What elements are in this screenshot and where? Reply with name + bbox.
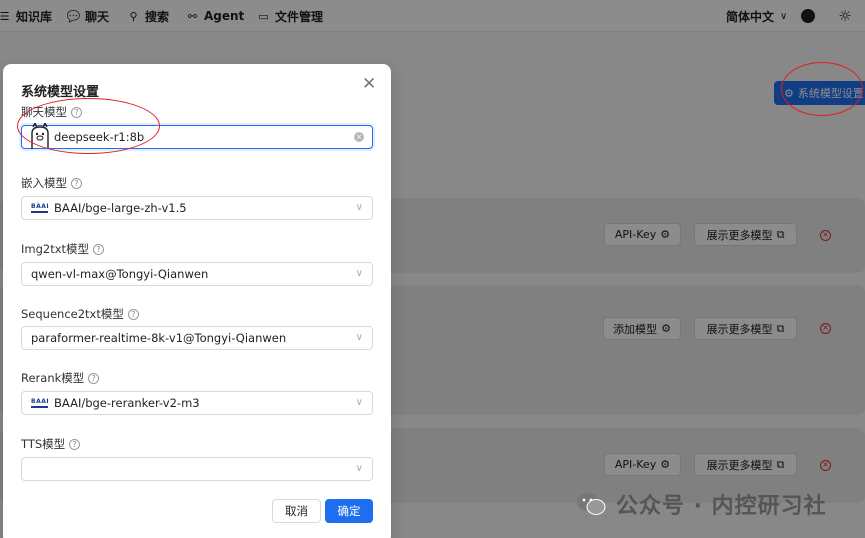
tts-model-select[interactable]: ∨ — [21, 457, 373, 481]
confirm-button[interactable]: 确定 — [325, 499, 373, 523]
help-icon[interactable]: ? — [69, 438, 81, 450]
select-value: qwen-vl-max@Tongyi-Qianwen — [31, 267, 209, 281]
rerank-model-label: Rerank模型 ? — [21, 370, 100, 386]
select-value: BAAI/bge-large-zh-v1.5 — [54, 201, 187, 215]
img2txt-model-label: Img2txt模型 ? — [21, 241, 105, 257]
watermark: 公众号 · 内控研习社 — [576, 488, 827, 520]
watermark-text: 公众号 · 内控研习社 — [616, 494, 827, 519]
annotation-circle — [17, 98, 160, 154]
wechat-icon — [577, 493, 606, 515]
sequence2txt-model-select[interactable]: paraformer-realtime-8k-v1@Tongyi-Qianwen… — [21, 326, 373, 350]
system-model-settings-dialog: 系统模型设置 ✕ 聊天模型 ? deepseek-r1:8b × 嵌入模型 ? … — [3, 64, 391, 538]
baai-logo-icon: BAAI — [31, 203, 49, 213]
chevron-down-icon: ∨ — [355, 332, 363, 343]
help-icon[interactable]: ? — [127, 308, 139, 320]
button-label: 取消 — [285, 504, 308, 518]
field-label-text: Img2txt模型 — [21, 242, 90, 256]
chevron-down-icon: ∨ — [355, 202, 363, 213]
chevron-down-icon: ∨ — [355, 463, 363, 474]
help-icon[interactable]: ? — [88, 372, 100, 384]
annotation-circle — [781, 62, 863, 116]
chevron-down-icon: ∨ — [355, 268, 363, 279]
rerank-model-select[interactable]: BAAI BAAI/bge-reranker-v2-m3 ∨ — [21, 391, 373, 415]
embedding-model-label: 嵌入模型 ? — [21, 175, 82, 191]
clear-icon[interactable]: × — [354, 132, 364, 142]
select-value: paraformer-realtime-8k-v1@Tongyi-Qianwen — [31, 331, 287, 345]
embedding-model-select[interactable]: BAAI BAAI/bge-large-zh-v1.5 ∨ — [21, 196, 373, 220]
button-label: 确定 — [337, 504, 361, 518]
close-icon[interactable]: ✕ — [362, 76, 376, 93]
help-icon[interactable]: ? — [71, 177, 82, 189]
field-label-text: 嵌入模型 — [21, 176, 67, 190]
field-label-text: TTS模型 — [21, 437, 66, 451]
sequence2txt-model-label: Sequence2txt模型 ? — [21, 306, 139, 322]
field-label-text: Sequence2txt模型 — [21, 307, 124, 321]
tts-model-label: TTS模型 ? — [21, 436, 81, 452]
field-label-text: Rerank模型 — [21, 371, 85, 385]
baai-logo-icon: BAAI — [31, 398, 49, 408]
select-value: BAAI/bge-reranker-v2-m3 — [54, 396, 200, 410]
chevron-down-icon: ∨ — [355, 397, 363, 408]
cancel-button[interactable]: 取消 — [272, 499, 321, 523]
help-icon[interactable]: ? — [93, 243, 105, 255]
img2txt-model-select[interactable]: qwen-vl-max@Tongyi-Qianwen ∨ — [21, 262, 373, 286]
